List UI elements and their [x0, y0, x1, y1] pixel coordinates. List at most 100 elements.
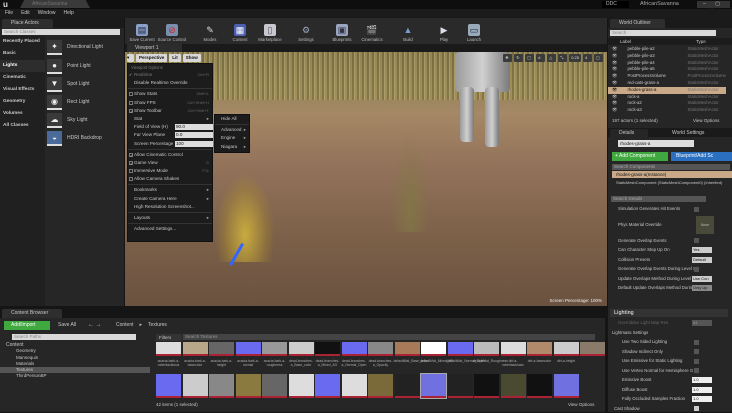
outliner-row[interactable]: 👁pebble-pile-a2StaticMeshActor [608, 46, 726, 53]
tab-viewport-1[interactable]: Viewport 1 [127, 44, 182, 52]
asset-thumbnail[interactable] [156, 374, 181, 398]
fov-input[interactable]: 90.0 [175, 124, 213, 130]
asset-thumbnail[interactable] [315, 374, 340, 398]
outliner-row[interactable]: 👁pebble-pile-a3StaticMeshActor [608, 53, 726, 60]
asset-thumbnail[interactable] [236, 374, 261, 398]
menu-item-show-fps[interactable]: Show FPSCtrl+Shift+H [128, 99, 212, 107]
asset-thumbnail[interactable] [315, 342, 340, 356]
asset-thumbnail[interactable] [262, 342, 287, 356]
category-recently-placed[interactable]: Recently Placed [0, 36, 45, 48]
tab-world-settings[interactable]: World Settings [672, 129, 704, 138]
asset-thumbnail[interactable] [289, 342, 314, 356]
asset-thumbnail[interactable] [421, 342, 446, 356]
content-button[interactable]: ▦Content [225, 18, 255, 44]
search-textures-input[interactable]: Search Textures [183, 334, 595, 340]
actor-spot-light[interactable]: ▼Spot Light [47, 74, 123, 94]
search-details-input[interactable]: Search Details [611, 196, 706, 202]
category-volumes[interactable]: Volumes [0, 108, 45, 120]
scale-snap-icon[interactable]: ⤡ [558, 54, 567, 62]
history-arrows-icon[interactable]: ← → [88, 321, 102, 330]
far-view-plane-input[interactable]: 0.0 [175, 132, 213, 138]
filters-button[interactable]: Filters [156, 334, 182, 341]
menu-item-create-camera[interactable]: Create Camera Here▸ [128, 195, 212, 203]
viewport-options-button[interactable]: ▾ [127, 54, 134, 62]
asset-thumbnail[interactable] [183, 342, 208, 356]
category-lights[interactable]: Lights [0, 60, 45, 72]
submenu-engine[interactable]: Engine▸ [215, 134, 249, 142]
source-control-button[interactable]: ⊘Source Control [157, 18, 187, 44]
actor-point-light[interactable]: ●Point Light [47, 56, 123, 76]
tab-world-outliner[interactable]: World Outliner [610, 19, 665, 28]
outliner-search-input[interactable]: Search [610, 30, 716, 36]
asset-thumbnail[interactable] [554, 374, 579, 398]
scale-icon[interactable]: ▢ [525, 54, 534, 62]
build-button[interactable]: ▲Build [393, 18, 423, 44]
translate-icon[interactable]: ✥ [503, 54, 512, 62]
menu-file[interactable]: File [5, 9, 13, 18]
asset-thumbnail[interactable] [183, 374, 208, 398]
breadcrumb-textures[interactable]: Textures [148, 321, 167, 330]
blueprint-add-script-button[interactable]: Blueprint/Add Sc [671, 152, 732, 161]
perspective-button[interactable]: Perspective [136, 54, 167, 62]
add-import-button[interactable]: Add/Import [4, 321, 50, 330]
menu-edit[interactable]: Edit [21, 9, 30, 18]
outliner-row[interactable]: 👁rock-aStaticMeshActor [608, 94, 726, 101]
search-paths-input[interactable]: Search Paths [12, 334, 136, 340]
asset-thumbnail[interactable] [527, 374, 552, 398]
phys-material-thumbnail[interactable]: None [696, 216, 714, 234]
outliner-row[interactable]: 👁rhodes-grass-aStaticMeshActor [608, 87, 726, 94]
tab-place-actors[interactable]: Place Actors [2, 19, 53, 28]
asset-thumbnail[interactable] [342, 342, 367, 356]
menu-item-game-view[interactable]: ✓Game ViewG [128, 159, 212, 167]
column-label[interactable]: Label [620, 38, 631, 45]
asset-thumbnail[interactable] [474, 374, 499, 398]
submenu-niagara[interactable]: Niagara▸ [215, 143, 249, 151]
actor-sky-light[interactable]: ☁Sky Light [47, 110, 123, 130]
asset-thumbnail[interactable] [289, 374, 314, 398]
settings-button[interactable]: ⚙Settings [291, 18, 321, 44]
outliner-view-options[interactable]: View Options [693, 118, 719, 123]
content-view-options[interactable]: View Options [568, 402, 594, 407]
rotate-icon[interactable]: ↻ [514, 54, 523, 62]
outliner-row[interactable]: 👁PostProcessVolumePostProcessVolume [608, 73, 726, 80]
actor-directional-light[interactable]: ✦Directional Light [47, 37, 123, 57]
asset-thumbnail[interactable] [448, 342, 473, 356]
asset-thumbnail[interactable] [156, 342, 181, 356]
asset-thumbnail[interactable] [368, 374, 393, 398]
camera-count-button[interactable]: 4 [583, 54, 592, 62]
asset-thumbnail[interactable] [580, 342, 605, 356]
menu-help[interactable]: Help [63, 9, 73, 18]
folder-thirdpersonbp[interactable]: ThirdPersonBP [0, 373, 150, 379]
menu-item-layouts[interactable]: Layouts▸ [128, 214, 212, 222]
launch-button[interactable]: ▭Launch [459, 18, 489, 44]
static-mesh-component[interactable]: StaticMeshComponent (StaticMeshComponent… [616, 180, 732, 185]
asset-thumbnail[interactable] [527, 342, 552, 356]
asset-thumbnail[interactable] [501, 342, 526, 356]
menu-item-disable-realtime-override[interactable]: Disable Realtime Override [128, 79, 212, 87]
show-button[interactable]: Show [183, 54, 201, 62]
angle-snap-icon[interactable]: △ [547, 54, 556, 62]
ddc-indicator[interactable]: DDC [602, 1, 629, 8]
play-button[interactable]: ▶Play [429, 18, 459, 44]
category-visual-effects[interactable]: Visual Effects [0, 84, 45, 96]
section-lighting[interactable]: Lighting [610, 309, 728, 317]
actor-hdri-backdrop[interactable]: ◒HDRI Backdrop [47, 128, 123, 148]
actor-name-input[interactable]: rhodes-grass-a [618, 140, 694, 147]
outliner-row[interactable]: 👁rock-a2StaticMeshActor [608, 100, 726, 107]
asset-thumbnail[interactable] [236, 342, 261, 356]
asset-thumbnail[interactable] [421, 374, 446, 398]
submenu-hide-all[interactable]: Hide All [215, 115, 249, 123]
outliner-row[interactable]: 👁red-oats-grass-aStaticMeshActor [608, 80, 726, 87]
menu-item-stat[interactable]: Stat▸ [128, 115, 212, 123]
asset-thumbnail[interactable] [262, 374, 287, 398]
menu-item-allow-cinematic-control[interactable]: ✓Allow Cinematic Control [128, 151, 212, 159]
document-tab[interactable]: AfricanSavanna [20, 0, 90, 8]
window-controls[interactable]: – ▢ ✕ [697, 1, 730, 8]
breadcrumb-content[interactable]: Content [116, 321, 134, 330]
grid-snap-icon[interactable]: # [536, 54, 545, 62]
maximize-icon[interactable]: ▢ [594, 54, 603, 62]
asset-thumbnail[interactable] [554, 342, 579, 356]
menu-item-immersive-mode[interactable]: Immersive ModeF11 [128, 167, 212, 175]
actor-rect-light[interactable]: ◉Rect Light [47, 92, 123, 112]
search-classes-input[interactable]: Search Classes [2, 29, 120, 35]
